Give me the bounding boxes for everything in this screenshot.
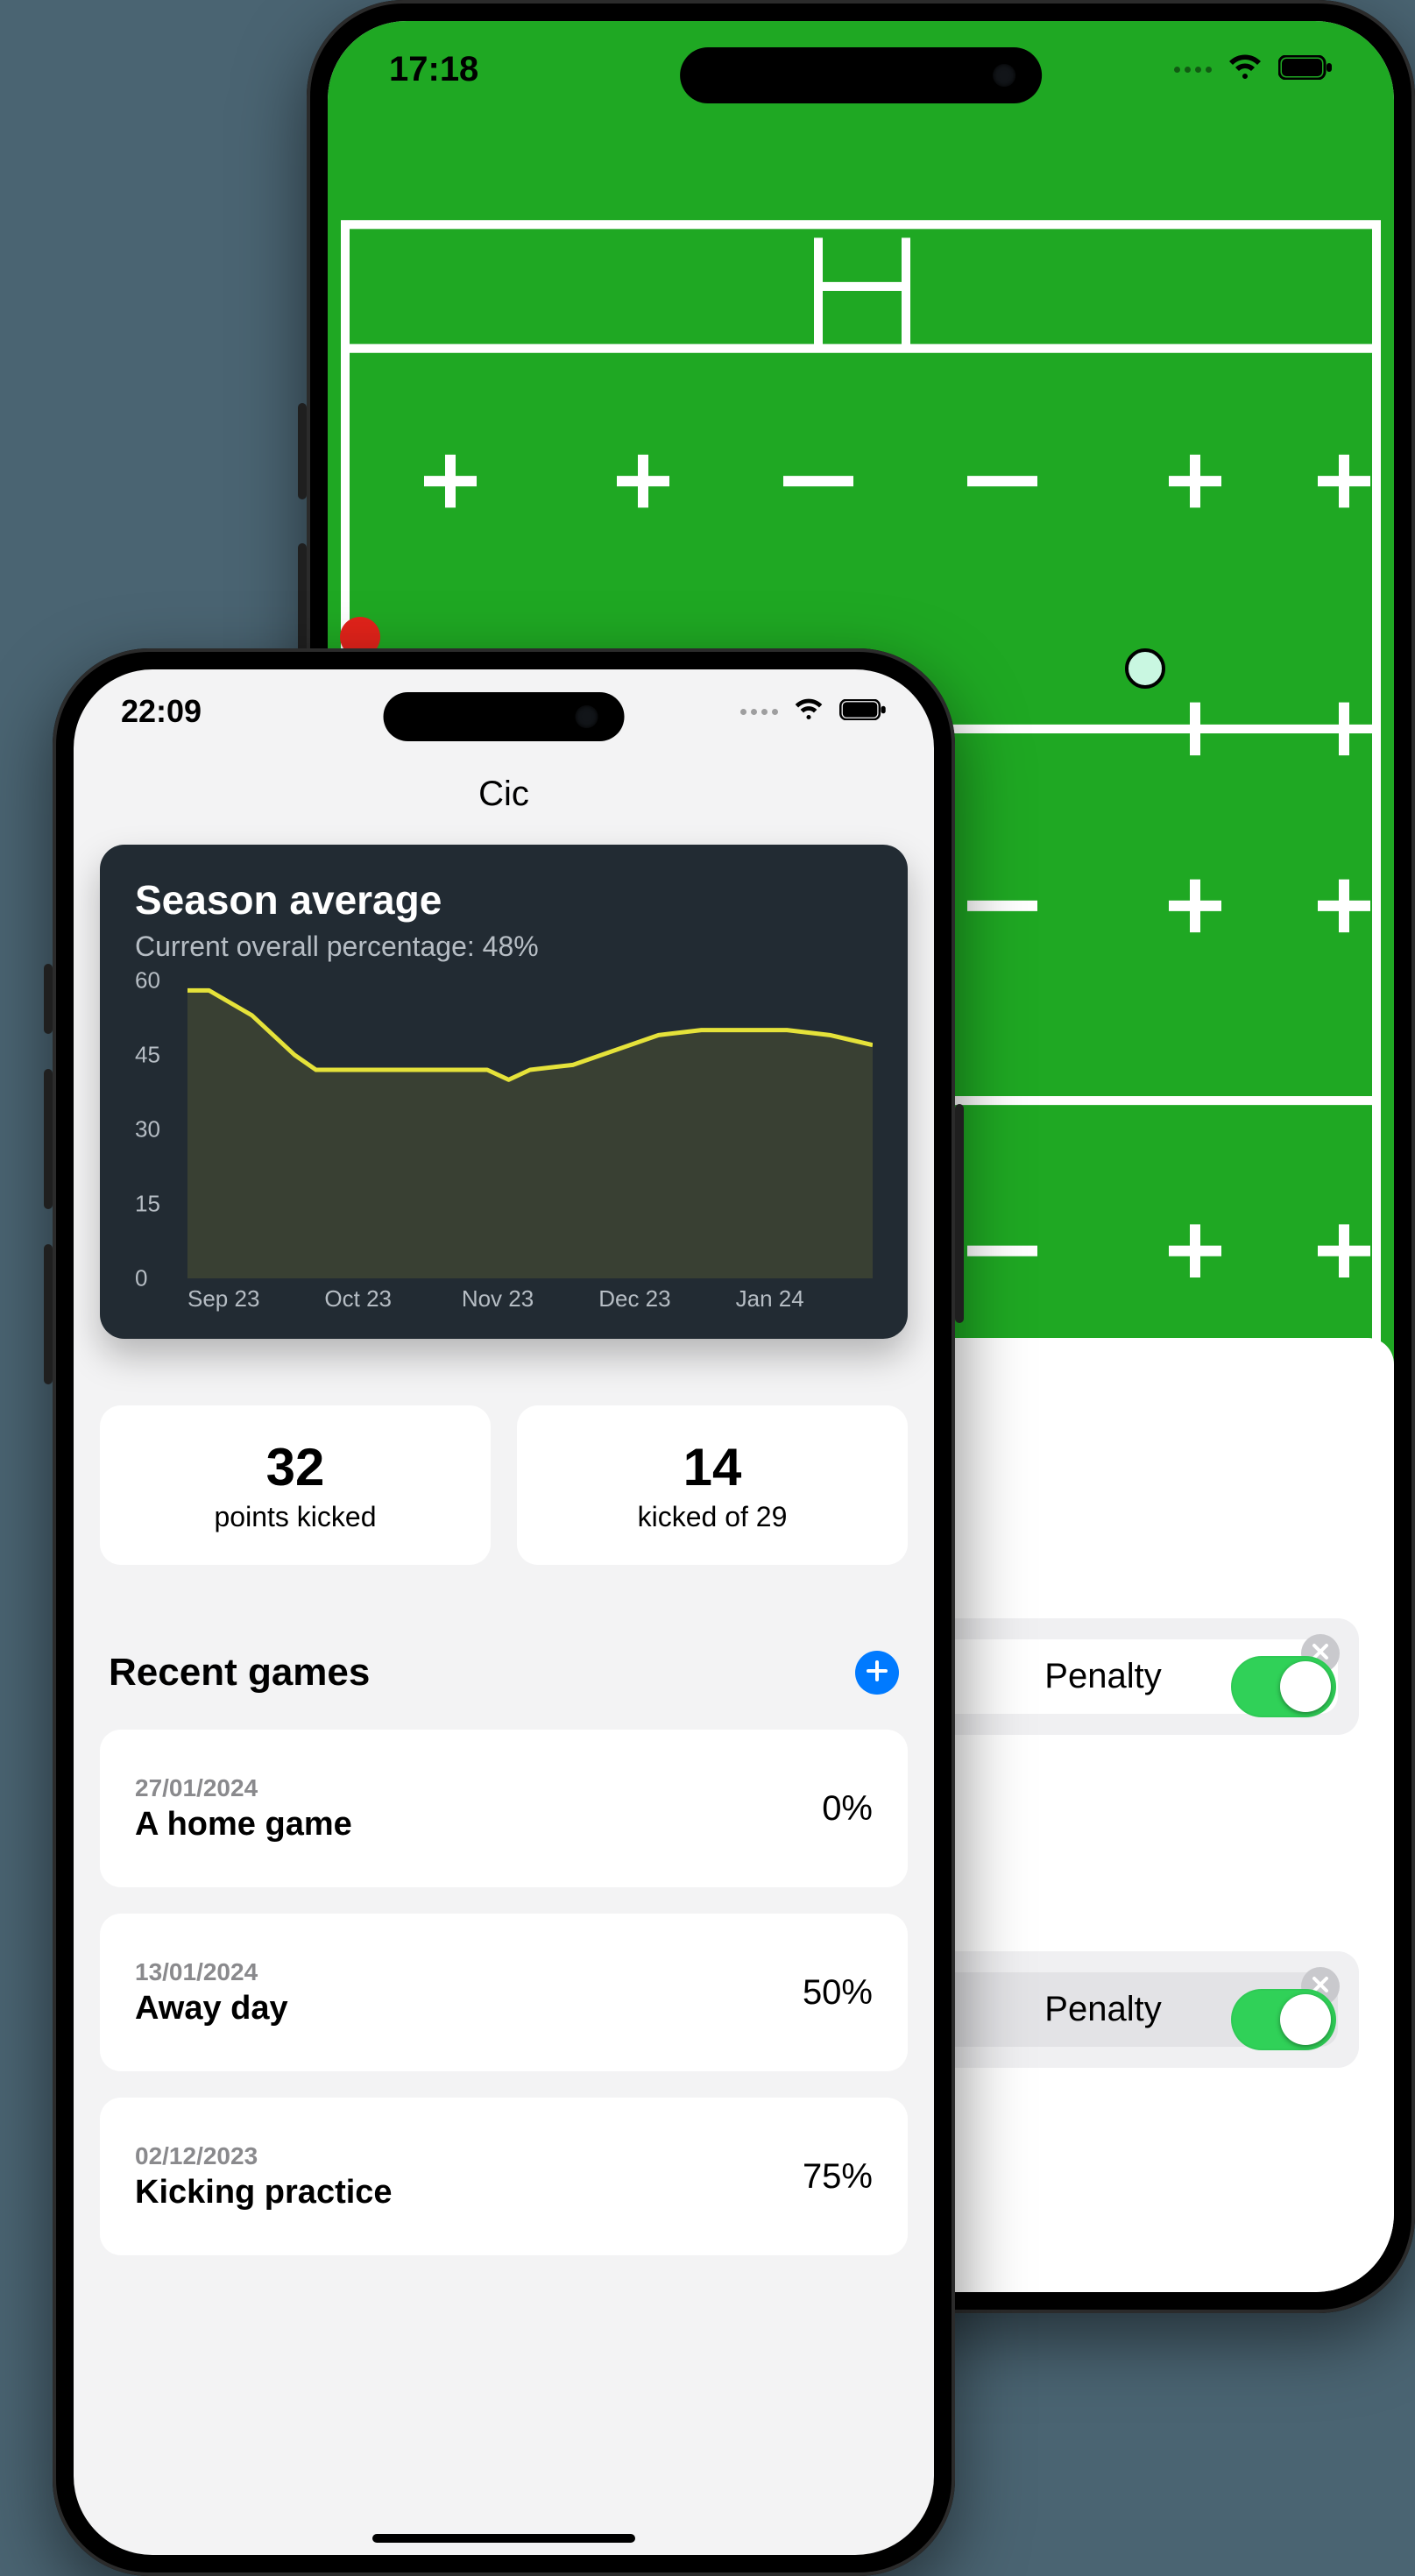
season-average-card[interactable]: Season average Current overall percentag… [100, 845, 908, 1339]
game-title: Away day [135, 1990, 288, 2028]
wifi-icon [1228, 54, 1263, 85]
kick-marker-success[interactable] [1125, 648, 1165, 689]
device-button [44, 964, 53, 1034]
game-date: 27/01/2024 [135, 1774, 352, 1802]
status-time: 17:18 [389, 50, 478, 89]
game-row[interactable]: 27/01/2024 A home game 0% [100, 1730, 908, 1887]
cell-signal-icon [1174, 67, 1212, 73]
stat-value: 14 [526, 1437, 899, 1497]
section-title: Recent games [109, 1651, 370, 1695]
success-toggle[interactable] [1231, 1989, 1336, 2050]
game-row[interactable]: 13/01/2024 Away day 50% [100, 1914, 908, 2071]
game-date: 02/12/2023 [135, 2142, 393, 2170]
game-pct: 50% [803, 1973, 873, 2013]
dynamic-island [384, 692, 625, 741]
chart-x-axis: Sep 23Oct 23Nov 23Dec 23Jan 24 [135, 1285, 873, 1313]
device-frame-front: 22:09 Cic Season average Current overall… [53, 648, 955, 2576]
stat-label: kicked of 29 [526, 1501, 899, 1533]
device-button [44, 1244, 53, 1384]
game-pct: 75% [803, 2157, 873, 2197]
stat-points-kicked[interactable]: 32 points kicked [100, 1405, 491, 1565]
recent-games-header: Recent games [109, 1651, 899, 1695]
device-button [955, 1104, 964, 1323]
stat-label: points kicked [109, 1501, 482, 1533]
plus-icon [866, 1660, 888, 1687]
success-toggle[interactable] [1231, 1656, 1336, 1717]
card-title: Season average [135, 876, 873, 924]
wifi-icon [794, 698, 824, 725]
nav-title: Cic [74, 775, 934, 814]
battery-icon [839, 699, 887, 725]
battery-icon [1278, 55, 1333, 84]
device-button [44, 1069, 53, 1209]
stat-row: 32 points kicked 14 kicked of 29 [100, 1405, 908, 1565]
stat-kicks-made[interactable]: 14 kicked of 29 [517, 1405, 908, 1565]
game-title: Kicking practice [135, 2174, 393, 2212]
season-chart: 015304560 [135, 980, 873, 1278]
game-row[interactable]: 02/12/2023 Kicking practice 75% [100, 2098, 908, 2255]
add-game-button[interactable] [855, 1651, 899, 1695]
card-subtitle: Current overall percentage: 48% [135, 931, 873, 963]
dynamic-island [680, 47, 1043, 103]
stat-value: 32 [109, 1437, 482, 1497]
device-button [298, 403, 307, 499]
status-time: 22:09 [121, 693, 202, 730]
screen-front: 22:09 Cic Season average Current overall… [74, 669, 934, 2555]
game-date: 13/01/2024 [135, 1958, 288, 1986]
game-title: A home game [135, 1806, 352, 1844]
home-indicator[interactable] [372, 2534, 635, 2543]
game-pct: 0% [822, 1789, 873, 1829]
cell-signal-icon [740, 709, 778, 715]
